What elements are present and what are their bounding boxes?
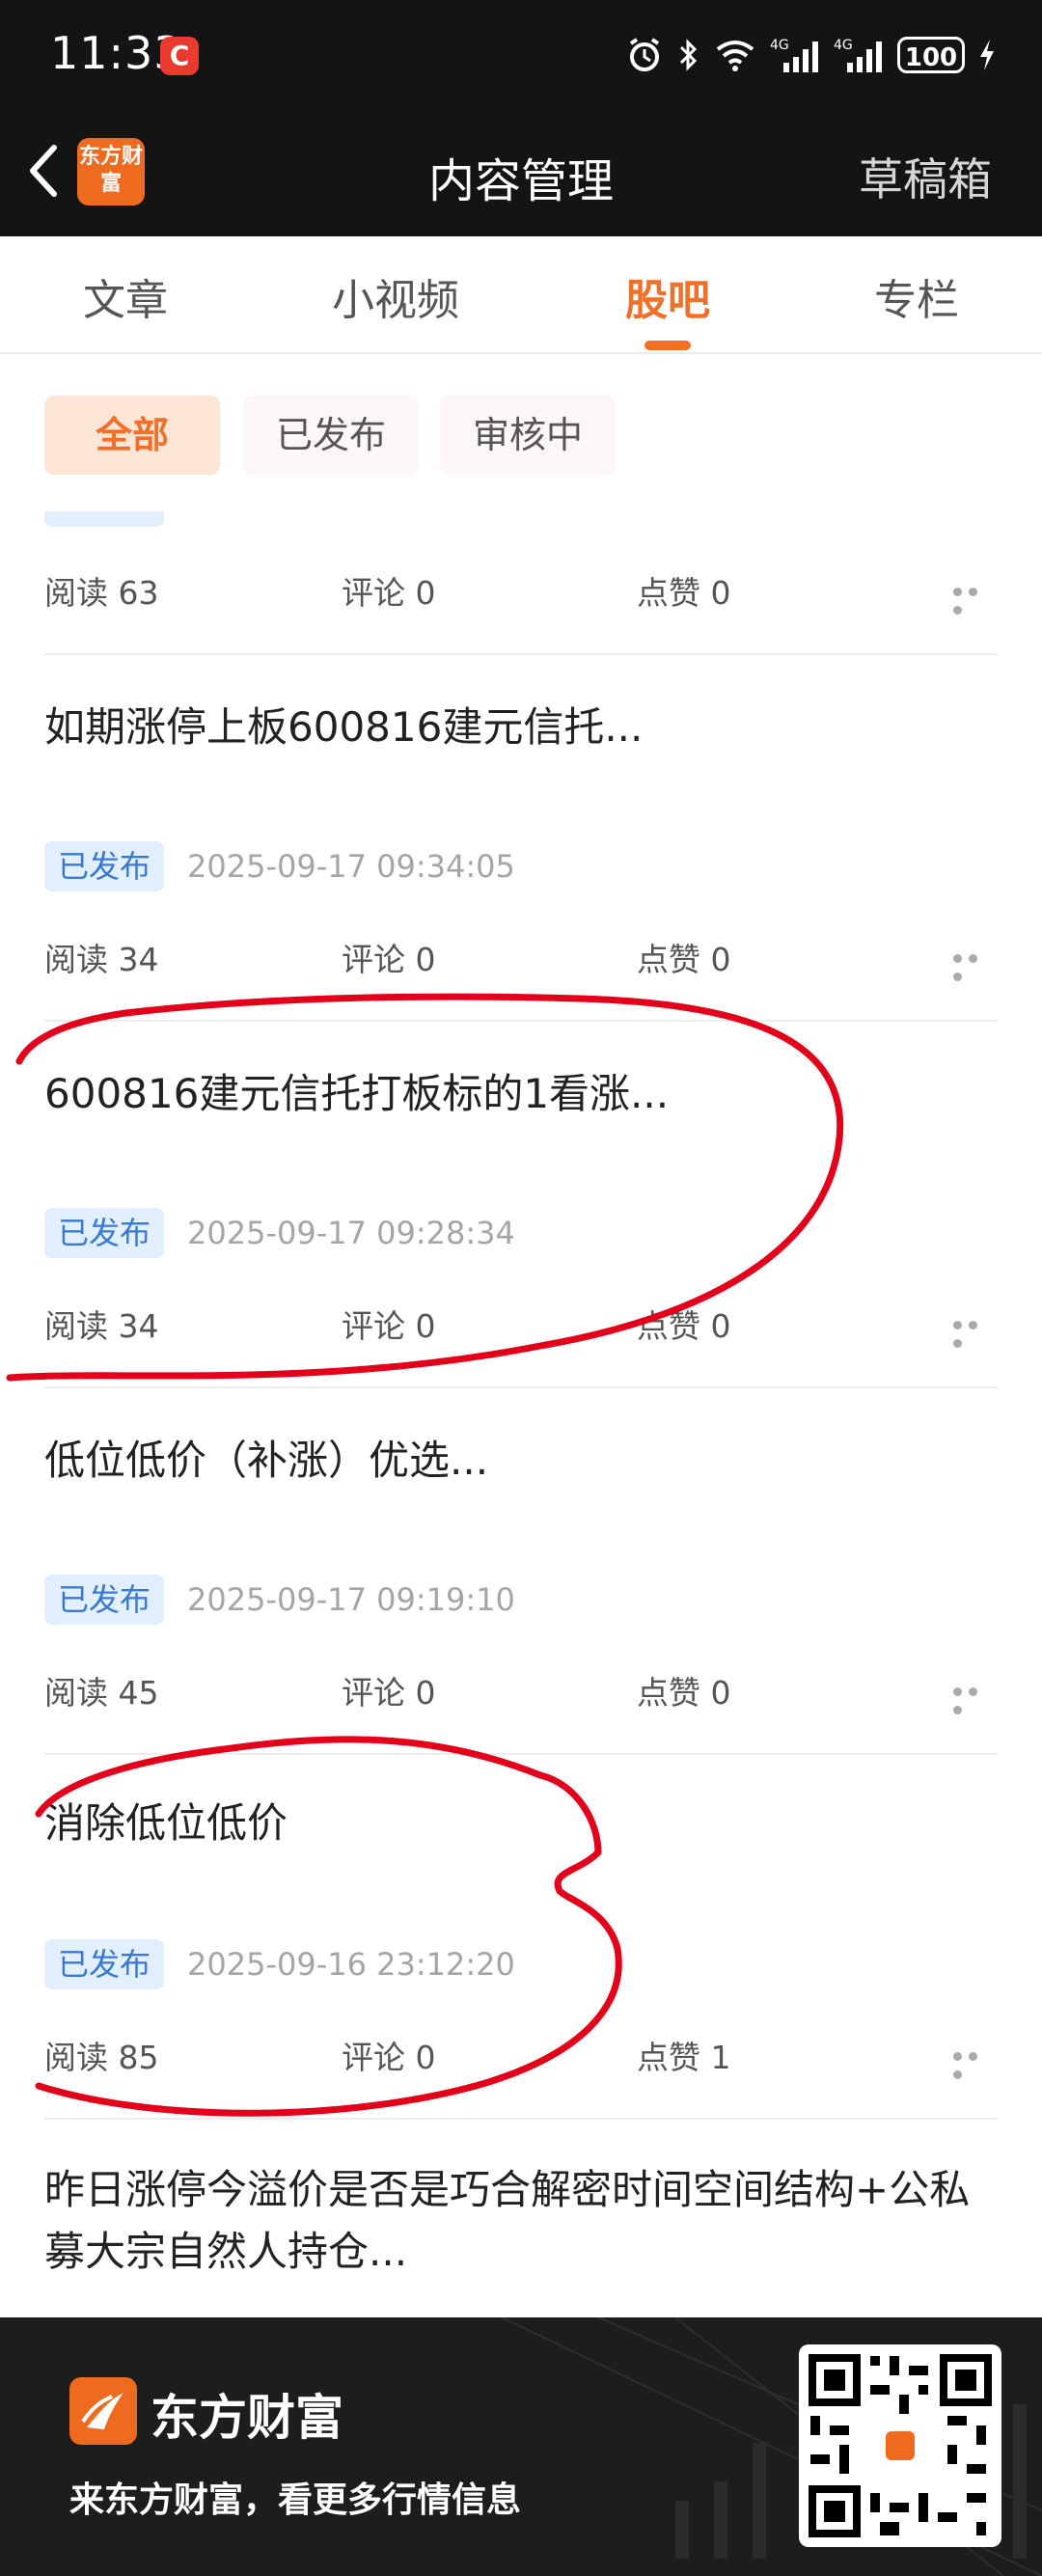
more-options-icon[interactable] xyxy=(953,582,998,615)
divider xyxy=(44,2118,998,2120)
like-count: 点赞 1 xyxy=(637,2039,731,2076)
divider xyxy=(44,1753,998,1755)
more-options-icon[interactable] xyxy=(953,2046,998,2079)
status-badge: 已发布 xyxy=(44,1575,164,1625)
post-title[interactable]: 消除低位低价 xyxy=(44,1793,1000,1854)
top-bar: 11:33 C 4G 4G 100 东方财富 内容管理 草稿箱 xyxy=(0,0,1042,236)
post-time: 2025-09-16 23:12:20 xyxy=(187,1946,515,1983)
post-title[interactable]: 昨日涨停今溢价是否是巧合解密时间空间结构+公私募大宗自然人持仓... xyxy=(44,2159,1000,2283)
qr-code-icon xyxy=(799,2344,1001,2547)
status-badge: 已发布 xyxy=(44,1208,164,1258)
read-count: 阅读 34 xyxy=(44,941,159,978)
read-count: 阅读 45 xyxy=(44,1674,159,1712)
tab-articles[interactable]: 文章 xyxy=(29,265,222,327)
promo-banner[interactable]: 东方财富 来东方财富，看更多行情信息 xyxy=(0,2317,1042,2576)
active-tab-indicator xyxy=(644,341,691,350)
read-count: 阅读 85 xyxy=(44,2039,159,2076)
signal-icon-2: 4G xyxy=(834,38,882,72)
more-options-icon[interactable] xyxy=(953,948,998,981)
status-badge: 已发布 xyxy=(44,841,164,891)
alarm-icon xyxy=(629,38,660,71)
status-badge: 已发布 xyxy=(44,1939,164,1989)
more-options-icon[interactable] xyxy=(953,1682,998,1714)
filter-published[interactable]: 已发布 xyxy=(243,396,419,475)
eastmoney-logo-icon xyxy=(69,2377,137,2445)
svg-text:4G: 4G xyxy=(770,38,789,53)
read-count: 阅读 34 xyxy=(44,1307,159,1345)
svg-text:4G: 4G xyxy=(834,38,853,53)
app-notification-icon: C xyxy=(160,37,199,75)
tab-guba[interactable]: 股吧 xyxy=(571,265,764,327)
post-title[interactable]: 600816建元信托打板标的1看涨... xyxy=(44,1063,1000,1125)
like-count: 点赞 0 xyxy=(637,574,731,612)
filter-under-review[interactable]: 审核中 xyxy=(440,396,616,475)
like-count: 点赞 0 xyxy=(637,1307,731,1345)
divider xyxy=(44,1386,998,1388)
signal-icon: 4G xyxy=(770,38,818,72)
post-time: 2025-09-17 09:28:34 xyxy=(187,1215,515,1251)
content-tabs: 文章 小视频 股吧 专栏 xyxy=(0,236,1042,354)
tab-short-videos[interactable]: 小视频 xyxy=(299,265,492,327)
post-title[interactable]: 低位低价（补涨）优选... xyxy=(44,1430,1000,1492)
divider xyxy=(44,653,998,655)
drafts-button[interactable]: 草稿箱 xyxy=(859,145,992,208)
divider xyxy=(44,1020,998,1022)
comment-count: 评论 0 xyxy=(342,574,436,612)
filter-all[interactable]: 全部 xyxy=(44,396,220,475)
bluetooth-icon xyxy=(679,39,698,71)
comment-count: 评论 0 xyxy=(342,1307,436,1345)
wifi-icon xyxy=(716,41,754,71)
like-count: 点赞 0 xyxy=(637,941,731,978)
post-time: 2025-09-17 09:19:10 xyxy=(187,1581,515,1618)
more-options-icon[interactable] xyxy=(953,1315,998,1348)
tab-columns[interactable]: 专栏 xyxy=(820,265,1013,327)
status-badge-partial xyxy=(44,511,164,527)
comment-count: 评论 0 xyxy=(342,2039,436,2076)
status-icons: 4G 4G 100 xyxy=(625,31,996,79)
battery-indicator: 100 xyxy=(897,37,965,73)
charging-icon xyxy=(980,40,994,70)
like-count: 点赞 0 xyxy=(637,1674,731,1712)
comment-count: 评论 0 xyxy=(342,1674,436,1712)
banner-brand: 东方财富 xyxy=(151,2390,343,2446)
banner-slogan: 来东方财富，看更多行情信息 xyxy=(69,2480,522,2520)
post-time: 2025-09-17 09:34:05 xyxy=(187,848,515,885)
comment-count: 评论 0 xyxy=(342,941,436,978)
post-title[interactable]: 如期涨停上板600816建元信托... xyxy=(44,697,1000,758)
read-count: 阅读 63 xyxy=(44,574,159,612)
